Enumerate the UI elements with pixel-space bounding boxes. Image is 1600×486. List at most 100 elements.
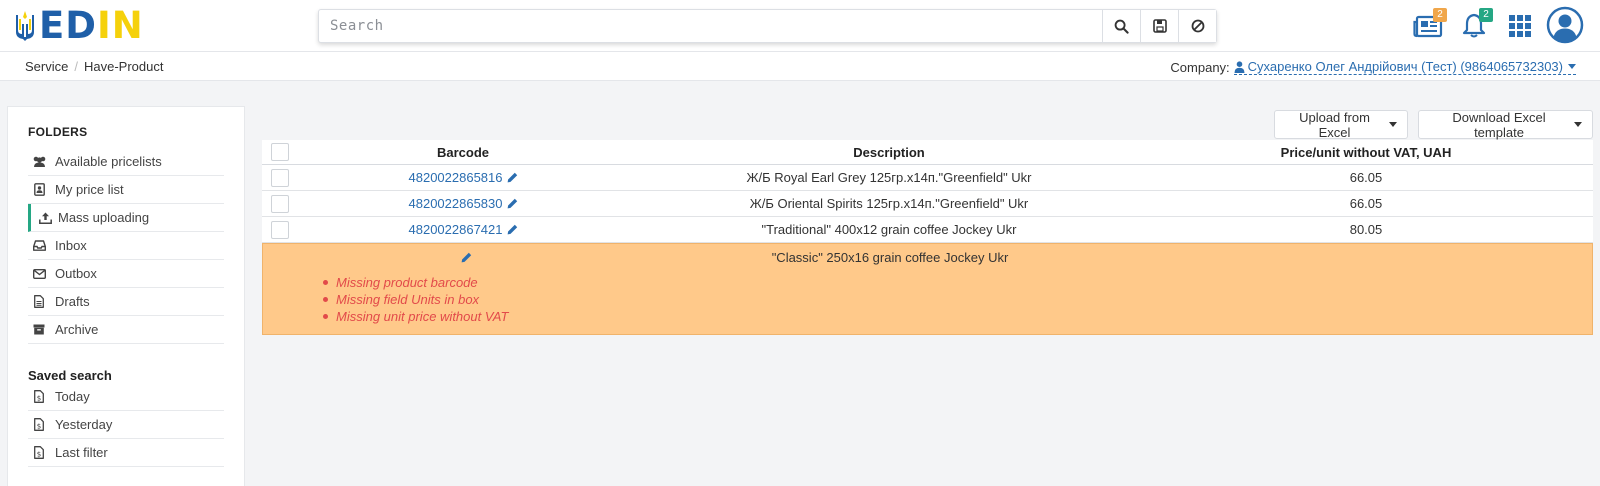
envelope-icon (32, 268, 46, 279)
description-cell: "Classic" 250x16 grain coffee Jockey Ukr (771, 249, 1009, 265)
user-avatar-icon[interactable] (1546, 6, 1584, 44)
search-input[interactable] (319, 10, 1102, 42)
company-selector: Company: Сухаренко Олег Андрійович (Тест… (1170, 59, 1576, 75)
saved-search-heading: Saved search (28, 368, 112, 383)
saved-search-last-filter[interactable]: $ Last filter (28, 439, 224, 467)
barcode-link[interactable]: 4820022865816 (409, 170, 503, 185)
barcode-header[interactable]: Barcode (298, 140, 628, 164)
pencil-icon[interactable] (507, 224, 518, 235)
price-cell: 80.05 (1349, 222, 1383, 237)
notifications-badge: 2 (1479, 8, 1493, 22)
sidebar-item-label: Mass uploading (58, 210, 150, 225)
chevron-down-icon (1568, 64, 1576, 69)
logo-text: EDIN (39, 4, 144, 47)
breadcrumb: Service / Have-Product (25, 59, 163, 74)
description-cell: Ж/Б Royal Earl Grey 125гр.х14п."Greenfie… (746, 170, 1032, 185)
svg-text:$: $ (37, 395, 41, 403)
grid-icon (1509, 15, 1531, 37)
saved-search-yesterday[interactable]: $ Yesterday (28, 411, 224, 439)
file-icon (34, 295, 44, 308)
sidebar-item-archive[interactable]: Archive (28, 316, 224, 344)
breadcrumb-service[interactable]: Service (25, 59, 68, 74)
caret-down-icon (1574, 122, 1582, 127)
file-dollar-icon: $ (34, 446, 44, 459)
users-icon (33, 156, 45, 167)
save-search-button[interactable] (1140, 10, 1178, 42)
error-list: Missing product barcode Missing field Un… (323, 274, 508, 325)
trident-icon (16, 11, 34, 41)
upload-icon (38, 212, 52, 224)
table-row: 4820022867421 "Traditional" 400x12 grain… (262, 217, 1593, 243)
floppy-disk-icon (1152, 19, 1167, 33)
contact-card-icon (33, 183, 45, 196)
reset-search-button[interactable] (1178, 10, 1216, 42)
news-button[interactable]: 2 (1405, 7, 1451, 45)
row-checkbox[interactable] (271, 168, 289, 187)
row-checkbox[interactable] (271, 220, 289, 239)
pencil-icon[interactable] (507, 198, 518, 209)
folders-heading: FOLDERS (28, 125, 88, 139)
description-cell: Ж/Б Oriental Spirits 125гр.х14п."Greenfi… (749, 196, 1029, 211)
sidebar-item-inbox[interactable]: Inbox (28, 232, 224, 260)
top-icons: 2 2 (1405, 7, 1543, 45)
barcode-link[interactable]: 4820022867421 (409, 222, 503, 237)
sidebar-item-drafts[interactable]: Drafts (28, 288, 224, 316)
error-message: Missing unit price without VAT (323, 308, 508, 325)
table-header: Barcode Description Price/unit without V… (262, 140, 1593, 165)
description-cell: "Traditional" 400x12 grain coffee Jockey… (761, 222, 1017, 237)
apps-grid-button[interactable] (1497, 7, 1543, 45)
error-table-row: "Classic" 250x16 grain coffee Jockey Ukr… (262, 243, 1593, 335)
barcode-link[interactable]: 4820022865830 (409, 196, 503, 211)
sidebar-item-available-pricelists[interactable]: Available pricelists (28, 148, 224, 176)
file-dollar-icon: $ (34, 418, 44, 431)
sidebar-item-label: My price list (55, 182, 124, 197)
select-all-checkbox[interactable] (271, 143, 289, 161)
breadcrumb-separator: / (74, 59, 78, 74)
search-button[interactable] (1102, 10, 1140, 42)
upload-from-excel-button[interactable]: Upload from Excel (1274, 110, 1408, 140)
sidebar-item-label: Inbox (55, 238, 87, 253)
sidebar-item-mass-uploading[interactable]: Mass uploading (28, 204, 224, 232)
breadcrumb-current: Have-Product (83, 59, 164, 74)
pencil-icon[interactable] (507, 172, 518, 183)
sidebar: FOLDERS Available pricelists My price li… (7, 106, 245, 486)
company-label: Company: (1170, 59, 1230, 75)
sidebar-item-label: Archive (55, 322, 99, 337)
file-dollar-icon: $ (34, 390, 44, 403)
search-icon (1114, 19, 1129, 34)
notifications-button[interactable]: 2 (1451, 7, 1497, 45)
price-cell: 66.05 (1349, 170, 1383, 185)
archive-icon (33, 324, 45, 335)
table-row: 4820022865830 Ж/Б Oriental Spirits 125гр… (262, 191, 1593, 217)
sidebar-item-label: Available pricelists (55, 154, 162, 169)
download-excel-template-button[interactable]: Download Excel template (1418, 110, 1593, 140)
description-header[interactable]: Description (628, 140, 1150, 164)
price-header[interactable]: Price/unit without VAT, UAH (1150, 140, 1582, 164)
saved-search-today[interactable]: $ Today (28, 383, 224, 411)
top-bar: EDIN 2 2 (0, 0, 1600, 52)
svg-text:$: $ (37, 423, 41, 431)
price-cell: 66.05 (1349, 196, 1383, 211)
search-bar (318, 9, 1217, 43)
ban-icon (1191, 19, 1204, 33)
news-badge: 2 (1433, 8, 1447, 22)
sidebar-item-outbox[interactable]: Outbox (28, 260, 224, 288)
company-value: Сухаренко Олег Андрійович (Тест) (986406… (1247, 59, 1563, 74)
products-table: Barcode Description Price/unit without V… (262, 140, 1593, 335)
edin-logo[interactable]: EDIN (14, 4, 144, 47)
error-message: Missing product barcode (323, 274, 508, 291)
user-icon (1234, 60, 1245, 73)
svg-text:$: $ (37, 451, 41, 459)
company-dropdown[interactable]: Сухаренко Олег Андрійович (Тест) (986406… (1233, 59, 1576, 75)
table-row: 4820022865816 Ж/Б Royal Earl Grey 125гр.… (262, 165, 1593, 191)
sidebar-item-label: Outbox (55, 266, 97, 281)
sidebar-item-label: Last filter (55, 445, 108, 460)
sidebar-item-my-price-list[interactable]: My price list (28, 176, 224, 204)
caret-down-icon (1389, 122, 1397, 127)
pencil-icon[interactable] (461, 252, 472, 263)
row-checkbox[interactable] (271, 194, 289, 213)
inbox-icon (32, 240, 46, 251)
breadcrumb-bar: Service / Have-Product Company: Сухаренко … (0, 52, 1600, 81)
sidebar-item-label: Today (55, 389, 90, 404)
error-message: Missing field Units in box (323, 291, 508, 308)
